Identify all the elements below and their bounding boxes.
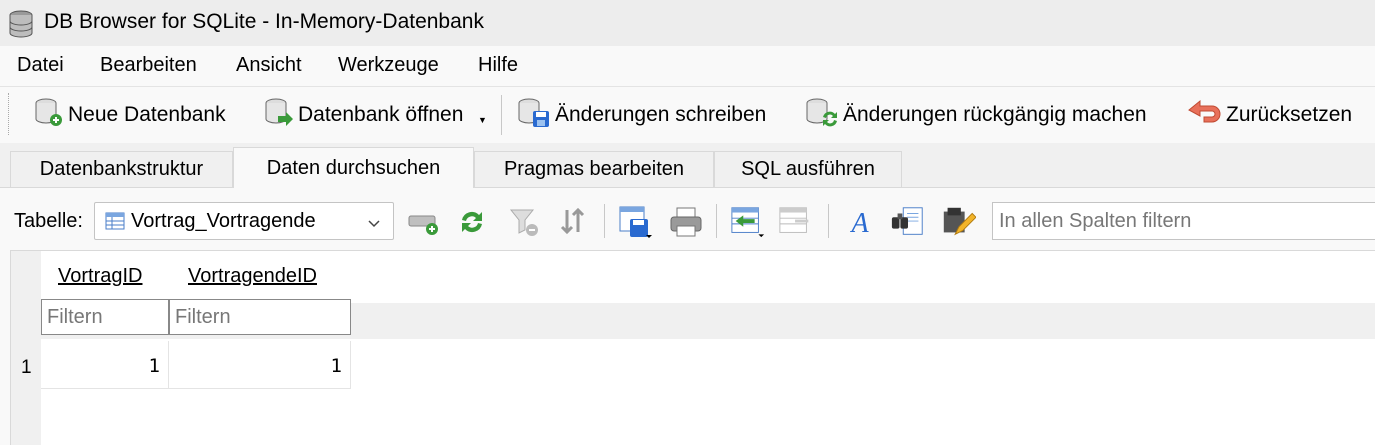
clear-filter-icon[interactable] xyxy=(506,204,542,240)
reset-icon xyxy=(1186,97,1226,133)
write-changes-button[interactable]: Änderungen schreiben xyxy=(515,95,766,135)
new-database-button[interactable]: Neue Datenbank xyxy=(32,95,226,135)
insert-values-icon[interactable] xyxy=(730,204,766,240)
menu-tools[interactable]: Werkzeuge xyxy=(338,54,439,77)
toolbar-grip[interactable] xyxy=(8,93,11,135)
tab-bar: Datenbankstruktur Daten durchsuchen Prag… xyxy=(0,142,1375,188)
title-bar: DB Browser for SQLite - In-Memory-Datenb… xyxy=(0,0,1375,46)
table-cell[interactable]: 1 xyxy=(169,341,351,389)
menu-file[interactable]: Datei xyxy=(17,54,64,77)
tab-execute-sql[interactable]: SQL ausführen xyxy=(714,151,902,187)
chevron-down-icon xyxy=(367,213,381,236)
revert-changes-button[interactable]: Änderungen rückgängig machen xyxy=(803,95,1147,135)
column-filter-vortragid[interactable] xyxy=(41,299,169,335)
sort-icon[interactable] xyxy=(556,204,592,240)
save-table-icon[interactable] xyxy=(618,204,654,240)
open-database-label: Datenbank öffnen xyxy=(298,103,464,126)
open-database-icon xyxy=(262,95,298,135)
table-cell[interactable]: 1 xyxy=(41,341,169,389)
table-select[interactable]: Vortrag_Vortragende xyxy=(94,202,394,240)
revert-changes-icon xyxy=(803,95,843,135)
table-select-value: Vortrag_Vortragende xyxy=(131,210,316,232)
reset-button[interactable]: Zurücksetzen xyxy=(1186,95,1352,135)
open-database-dropdown-icon[interactable]: ▼ xyxy=(478,115,487,125)
database-icon xyxy=(6,9,36,45)
toolbar-separator xyxy=(501,95,502,135)
menu-view[interactable]: Ansicht xyxy=(236,54,302,77)
refresh-icon[interactable] xyxy=(454,204,490,240)
toolbar-separator xyxy=(716,204,717,238)
edit-cell-icon[interactable] xyxy=(940,204,976,240)
menu-bar: Datei Bearbeiten Ansicht Werkzeuge Hilfe xyxy=(0,46,1375,86)
find-icon[interactable] xyxy=(890,204,926,240)
menu-help[interactable]: Hilfe xyxy=(478,54,518,77)
new-database-icon xyxy=(32,95,68,135)
svg-text:A: A xyxy=(849,208,869,238)
new-record-icon[interactable] xyxy=(406,204,442,240)
write-changes-label: Änderungen schreiben xyxy=(555,103,767,126)
write-changes-icon xyxy=(515,95,555,135)
print-icon[interactable] xyxy=(668,204,704,240)
table-icon xyxy=(105,212,125,236)
global-filter-input[interactable] xyxy=(992,202,1375,240)
toolbar-separator xyxy=(604,204,605,238)
data-grid: VortragID VortragendeID 1 1 1 xyxy=(10,250,1375,445)
new-database-label: Neue Datenbank xyxy=(68,103,226,126)
column-header-vortragendeid[interactable]: VortragendeID xyxy=(188,265,317,288)
open-database-button[interactable]: Datenbank öffnen xyxy=(262,95,463,135)
tab-browse-data[interactable]: Daten durchsuchen xyxy=(233,147,474,188)
tab-edit-pragmas[interactable]: Pragmas bearbeiten xyxy=(474,151,714,187)
delete-record-icon[interactable] xyxy=(778,204,814,240)
toolbar-separator xyxy=(828,204,829,238)
tab-database-structure[interactable]: Datenbankstruktur xyxy=(10,151,233,187)
column-filter-vortragendeid[interactable] xyxy=(169,299,351,335)
window-title: DB Browser for SQLite - In-Memory-Datenb… xyxy=(44,10,484,33)
menu-edit[interactable]: Bearbeiten xyxy=(100,54,197,77)
font-icon[interactable]: A xyxy=(842,204,878,240)
row-number[interactable]: 1 xyxy=(21,357,32,379)
main-toolbar: Neue Datenbank Datenbank öffnen ▼ Änderu… xyxy=(0,86,1375,143)
revert-changes-label: Änderungen rückgängig machen xyxy=(843,103,1147,126)
reset-label: Zurücksetzen xyxy=(1226,103,1353,126)
table-label: Tabelle: xyxy=(14,210,83,232)
column-header-vortragid[interactable]: VortragID xyxy=(58,265,142,288)
row-header-column xyxy=(11,251,41,445)
